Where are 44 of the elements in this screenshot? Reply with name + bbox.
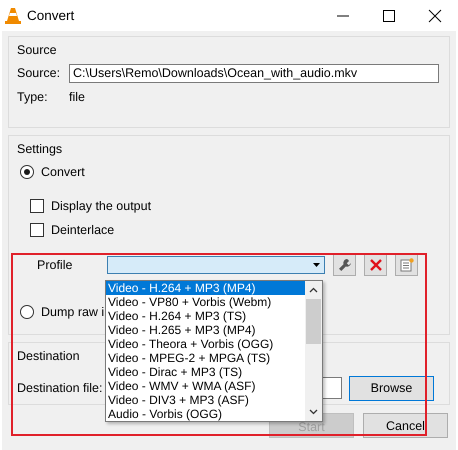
- radio-label: Convert: [41, 165, 85, 179]
- minimize-icon: [336, 14, 350, 16]
- new-profile-button[interactable]: [395, 254, 418, 276]
- checkbox[interactable]: [30, 223, 44, 237]
- dropdown-option[interactable]: Video - Dirac + MP3 (TS): [106, 365, 305, 379]
- dropdown-option[interactable]: Video - H.264 + MP3 (MP4): [106, 281, 305, 295]
- list-icon: [400, 258, 414, 272]
- checkbox-label: Display the output: [51, 199, 152, 213]
- dropdown-option[interactable]: Video - WMV + WMA (ASF): [106, 379, 305, 393]
- type-label: Type:: [17, 90, 49, 104]
- dropdown-option[interactable]: Video - VP80 + Vorbis (Webm): [106, 295, 305, 309]
- dropdown-option[interactable]: Video - H.265 + MP3 (MP4): [106, 323, 305, 337]
- maximize-icon: [382, 8, 396, 22]
- radio-label: Dump raw i: [41, 305, 104, 319]
- group-title: Destination: [17, 349, 80, 365]
- radio-button[interactable]: [20, 305, 34, 319]
- cone-icon: [5, 6, 21, 24]
- delete-profile-button[interactable]: [364, 254, 387, 276]
- caret-icon: [313, 263, 320, 267]
- scroll-up-icon[interactable]: [309, 287, 318, 293]
- group-title: Settings: [17, 142, 62, 158]
- cancel-button[interactable]: Cancel: [363, 413, 448, 438]
- delete-icon: [368, 258, 382, 272]
- window-title: Convert: [27, 8, 76, 23]
- dropdown-option[interactable]: Video - H.264 + MP3 (TS): [106, 309, 305, 323]
- checkbox[interactable]: [30, 199, 44, 213]
- destination-label: Destination file:: [17, 381, 104, 395]
- checkbox-label: Deinterlace: [51, 223, 114, 237]
- browse-button[interactable]: Browse: [349, 376, 434, 400]
- close-icon: [428, 8, 442, 22]
- scroll-thumb[interactable]: [306, 299, 321, 344]
- group-title: Source: [17, 43, 57, 59]
- scroll-down-icon[interactable]: [309, 409, 318, 415]
- dropdown-option[interactable]: Video - MPEG-2 + MPGA (TS): [106, 351, 305, 365]
- dropdown-option[interactable]: Video - DIV3 + MP3 (ASF): [106, 393, 305, 407]
- profile-label: Profile: [37, 258, 74, 272]
- edit-profile-button[interactable]: [333, 254, 356, 276]
- source-label: Source:: [17, 66, 62, 80]
- type-value: file: [69, 90, 85, 104]
- radio-button[interactable]: [20, 165, 34, 179]
- source-field[interactable]: C:\Users\Remo\Downloads\Ocean_with_audio.mkv: [69, 64, 439, 82]
- wrench-icon: [338, 258, 352, 272]
- dropdown-option[interactable]: Video - Theora + Vorbis (OGG): [106, 337, 305, 351]
- profile-dropdown[interactable]: [107, 256, 325, 274]
